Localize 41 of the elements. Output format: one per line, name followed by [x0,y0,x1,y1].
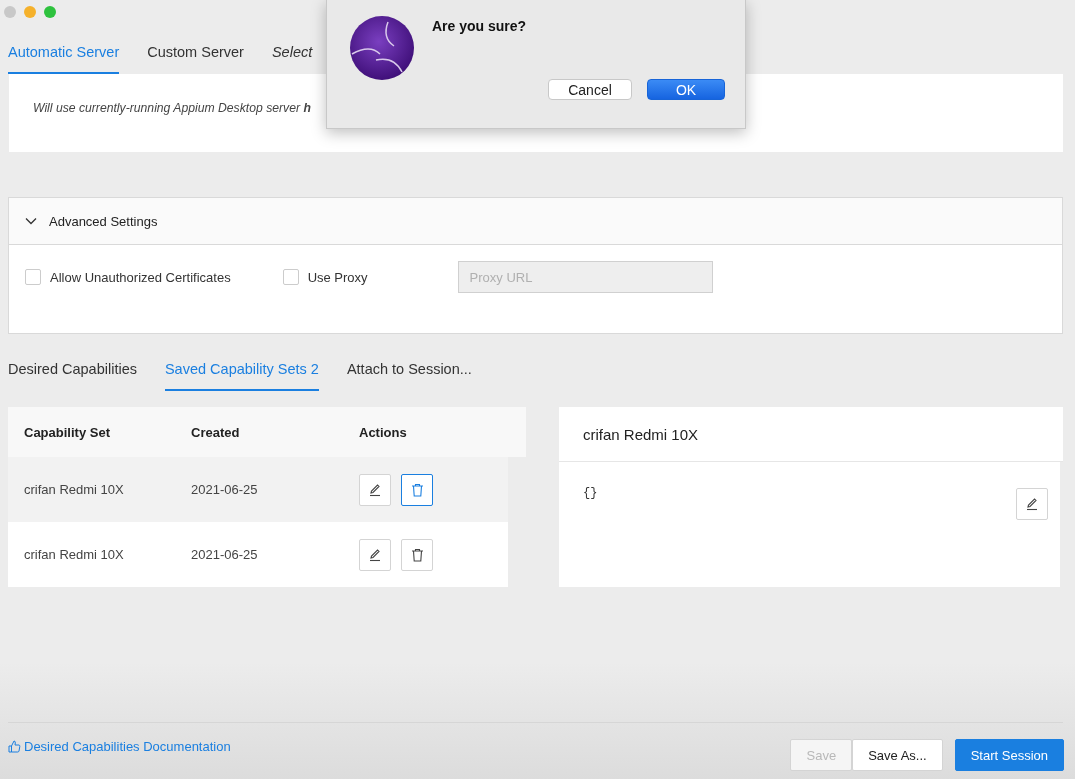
capability-tab[interactable]: Saved Capability Sets 2 [164,361,319,391]
dialog-title: Are you sure? [432,18,528,34]
checkbox[interactable] [25,269,41,285]
server-tab[interactable]: Custom Server [147,44,244,74]
footer-button[interactable]: Save As... [852,739,943,771]
delete-button[interactable] [401,473,433,506]
edit-button[interactable] [359,473,391,506]
edit-button[interactable] [359,538,391,571]
thumbs-up-icon [8,740,21,753]
server-info-text: Will use currently-running Appium Desktop server h [33,101,311,115]
pencil-icon [1025,497,1039,511]
dialog-button[interactable]: OK [647,79,725,100]
capability-tab[interactable]: Attach to Session... [346,361,472,391]
dialog-button[interactable]: Cancel [548,79,632,100]
advanced-settings-title: Advanced Settings [49,213,158,229]
table-cell-text: 2021-06-25 [190,547,259,562]
detail-title: crifan Redmi 10X [583,425,699,443]
footer-button[interactable]: Start Session [954,739,1064,771]
table-cell-text: crifan Redmi 10X [23,547,125,562]
checkbox-label: Use Proxy [307,269,368,285]
advanced-settings-header[interactable]: Advanced Settings [9,198,1062,245]
logo-icon [350,16,414,80]
pencil-icon [368,482,382,497]
column-header: Created [190,424,241,440]
table-cell-text: crifan Redmi 10X [23,482,125,497]
server-tab[interactable]: Select [271,44,313,74]
column-header: Actions [358,424,408,440]
capability-tab[interactable]: Desired Capabilities [8,361,137,391]
json-text: {} [583,486,598,502]
checkbox[interactable] [282,269,299,285]
zoom-window-icon[interactable] [44,6,56,18]
chevron-icon [25,217,37,225]
pencil-icon [368,547,382,562]
table-row[interactable]: crifan Redmi 10X 2021-06-25 [8,522,511,587]
table-row[interactable]: crifan Redmi 10X 2021-06-25 [8,457,511,522]
trash-icon [410,482,424,497]
table-cell-text: 2021-06-25 [190,482,259,497]
column-header: Capability Set [23,424,111,440]
trash-icon [410,547,424,562]
edit-button[interactable] [1016,488,1048,520]
checkbox-label: Allow Unauthorized Certificates [50,269,231,285]
